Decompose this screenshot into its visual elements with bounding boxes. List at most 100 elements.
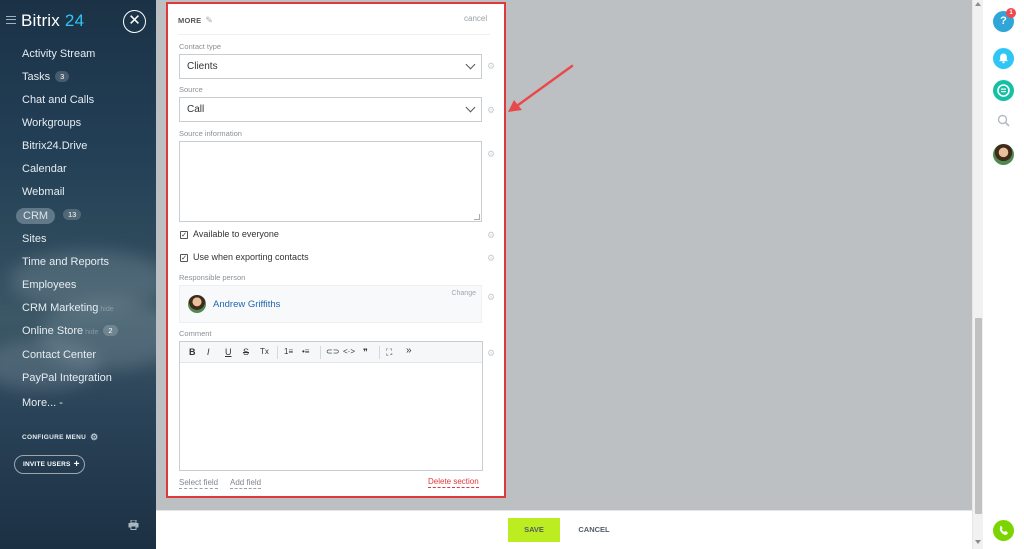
sidebar-item-crm-marketing[interactable]: CRM Marketing hide [22,302,114,314]
sidebar-item-paypal-integration[interactable]: PayPal Integration [22,372,112,384]
cancel-button[interactable]: CANCEL [577,518,611,542]
gear-icon[interactable]: ⚙ [487,253,495,264]
sidebar-item-label: Contact Center [22,349,96,361]
sidebar-item-activity-stream[interactable]: Activity Stream [22,48,95,60]
toolbar-divider [320,346,321,359]
configure-menu-button[interactable]: CONFIGURE MENU ⚙ [22,432,99,443]
sidebar-item-online-store[interactable]: Online Store hide 2 [22,325,118,337]
sidebar-item-chat-and-calls[interactable]: Chat and Calls [22,94,94,106]
responsible-person-label: Responsible person [179,273,246,282]
right-toolbar: ? 1 [983,0,1024,549]
source-value: Call [187,104,205,115]
avatar [188,295,206,313]
gear-icon[interactable]: ⚙ [487,230,495,241]
scrollbar-thumb[interactable] [975,318,982,514]
scroll-up-icon[interactable] [975,2,981,6]
sidebar-item-label: Sites [22,233,47,245]
cancel-link[interactable]: cancel [464,14,487,23]
hide-hint: hide [85,329,99,336]
pencil-icon[interactable]: ✎ [205,15,213,25]
more-tools-button[interactable]: » [406,345,412,357]
sidebar-item-calendar[interactable]: Calendar [22,163,67,175]
bottom-action-bar: SAVE CANCEL [156,510,972,549]
help-icon: ? [1000,15,1007,27]
close-icon[interactable]: ✕ [123,10,146,33]
resize-handle-icon[interactable] [474,214,480,220]
sidebar-item-drive[interactable]: Bitrix24.Drive [22,140,87,152]
sidebar-item-crm[interactable]: CRM [16,208,56,224]
sidebar-item-label: More... - [22,397,63,409]
source-select[interactable]: Call [179,97,482,122]
sidebar-item-label: Chat and Calls [22,94,95,106]
add-field-link[interactable]: Add field [230,478,262,489]
gear-icon[interactable]: ⚙ [487,348,495,359]
bold-button[interactable]: B [189,346,196,358]
bitrix24-logo[interactable]: Bitrix 24 [21,11,84,31]
change-link[interactable]: Change [451,290,476,297]
select-field-link[interactable]: Select field [179,478,219,489]
sidebar-item-label: Webmail [22,186,65,198]
sidebar-item-label: CRM [23,210,49,222]
clear-format-button[interactable]: Tx [260,346,269,358]
call-button[interactable] [993,520,1014,541]
search-icon[interactable] [996,113,1012,129]
counter-badge: 3 [55,71,70,82]
gear-icon[interactable]: ⚙ [487,105,495,116]
page-scrollbar[interactable] [972,0,983,549]
sidebar-item-tasks[interactable]: Tasks 3 [22,71,70,83]
sidebar-item-label: PayPal Integration [22,372,112,384]
toolbar-divider [277,346,278,359]
ordered-list-button[interactable]: 1≡ [284,346,293,358]
sidebar-item-label: Calendar [22,163,67,175]
gear-icon[interactable]: ⚙ [487,149,495,160]
sidebar-item-label: Employees [22,279,77,291]
gear-icon[interactable]: ⚙ [487,292,495,303]
more-section-panel: MORE ✎ cancel Contact type Clients ⚙ Sour… [166,2,506,498]
printer-icon[interactable] [128,520,139,530]
comment-editor[interactable]: B I U S Tx 1≡ •≡ ⊂⊃ <·> ❞ ⛶ » [179,341,483,471]
sidebar-item-time-and-reports[interactable]: Time and Reports [22,256,109,268]
sidebar-item-sites[interactable]: Sites [22,233,46,245]
contact-type-value: Clients [187,61,218,72]
menu-icon[interactable] [6,16,16,24]
strikethrough-button[interactable]: S [243,346,249,358]
invite-users-button[interactable]: INVITE USERS + [14,455,85,474]
plus-icon: + [73,459,80,470]
counter-badge: 2 [103,325,118,336]
use-when-exporting-checkbox[interactable]: ✓ [180,254,188,262]
sidebar-item-more[interactable]: More... - [22,397,63,409]
sidebar-item-label: Tasks [22,71,51,83]
user-avatar[interactable] [993,144,1014,165]
gear-icon[interactable]: ⚙ [487,61,495,72]
fullscreen-button[interactable]: ⛶ [386,346,392,358]
help-button[interactable]: ? 1 [993,8,1016,32]
sidebar-item-employees[interactable]: Employees [22,279,76,291]
scroll-down-icon[interactable] [975,540,981,544]
link-button[interactable]: ⊂⊃ [326,346,339,358]
messenger-button[interactable] [993,80,1014,101]
save-button[interactable]: SAVE [508,518,560,542]
invite-users-label: INVITE USERS [23,461,71,468]
delete-section-link[interactable]: Delete section [428,477,479,488]
use-when-exporting-label: Use when exporting contacts [193,252,309,262]
crm-counter: 13 [58,209,82,221]
source-information-label: Source information [179,129,242,138]
chevron-down-icon [465,102,476,113]
underline-button[interactable]: U [225,346,232,358]
source-information-textarea[interactable] [179,141,482,222]
contact-type-label: Contact type [179,42,222,51]
responsible-person-name[interactable]: Andrew Griffiths [213,299,280,310]
phone-icon [999,525,1008,536]
italic-button[interactable]: I [207,346,210,358]
sidebar-item-webmail[interactable]: Webmail [22,186,65,198]
quote-button[interactable]: ❞ [363,346,368,358]
hide-hint: hide [100,306,114,313]
sidebar-item-contact-center[interactable]: Contact Center [22,349,96,361]
code-button[interactable]: <·> [343,346,355,358]
sidebar-item-workgroups[interactable]: Workgroups [22,117,81,129]
bullet-list-button[interactable]: •≡ [302,346,309,358]
sidebar-item-label: Bitrix24.Drive [22,140,88,152]
available-to-everyone-checkbox[interactable]: ✓ [180,231,188,239]
notifications-button[interactable] [993,48,1014,69]
contact-type-select[interactable]: Clients [179,54,482,79]
